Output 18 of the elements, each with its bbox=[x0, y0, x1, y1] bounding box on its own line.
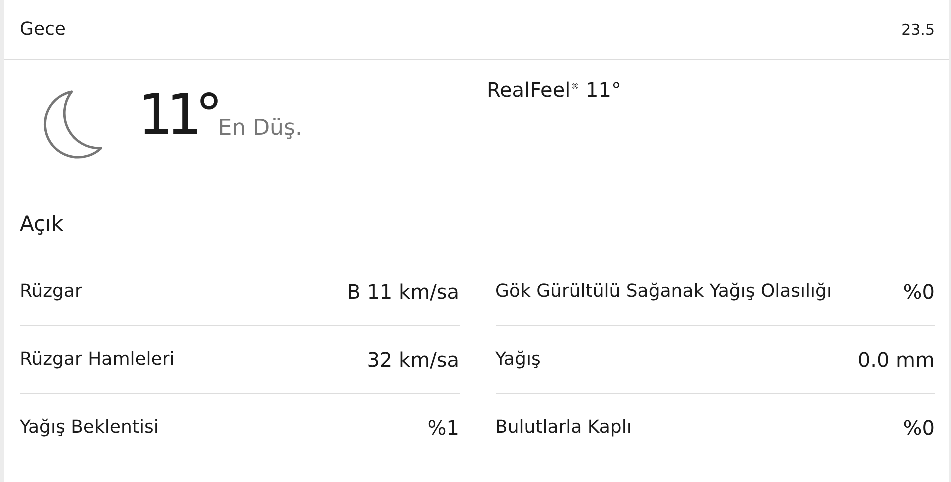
detail-label: Rüzgar bbox=[20, 281, 82, 302]
detail-value: %1 bbox=[428, 416, 460, 440]
detail-label: Bulutlarla Kaplı bbox=[496, 417, 632, 438]
realfeel-text: RealFeel$^{®}$ 11° bbox=[487, 78, 622, 104]
detail-label: Gök Gürültülü Sağanak Yağış Olasılığı bbox=[496, 281, 832, 302]
detail-value: %0 bbox=[903, 280, 935, 304]
temperature-label: En Düş. bbox=[218, 116, 302, 141]
detail-value: 0.0 mm bbox=[858, 348, 935, 372]
temperature: 11° bbox=[138, 84, 216, 148]
detail-label: Yağış bbox=[496, 349, 541, 370]
detail-value: 32 km/sa bbox=[367, 348, 460, 372]
card-title: Gece bbox=[20, 19, 66, 40]
date-text: 23.5 bbox=[902, 20, 935, 38]
detail-value: B 11 km/sa bbox=[347, 280, 460, 304]
detail-value: %0 bbox=[903, 416, 935, 440]
detail-label: Yağış Beklentisi bbox=[20, 417, 159, 438]
weather-phrase: Açık bbox=[20, 212, 65, 238]
detail-label: Rüzgar Hamleleri bbox=[20, 349, 175, 370]
